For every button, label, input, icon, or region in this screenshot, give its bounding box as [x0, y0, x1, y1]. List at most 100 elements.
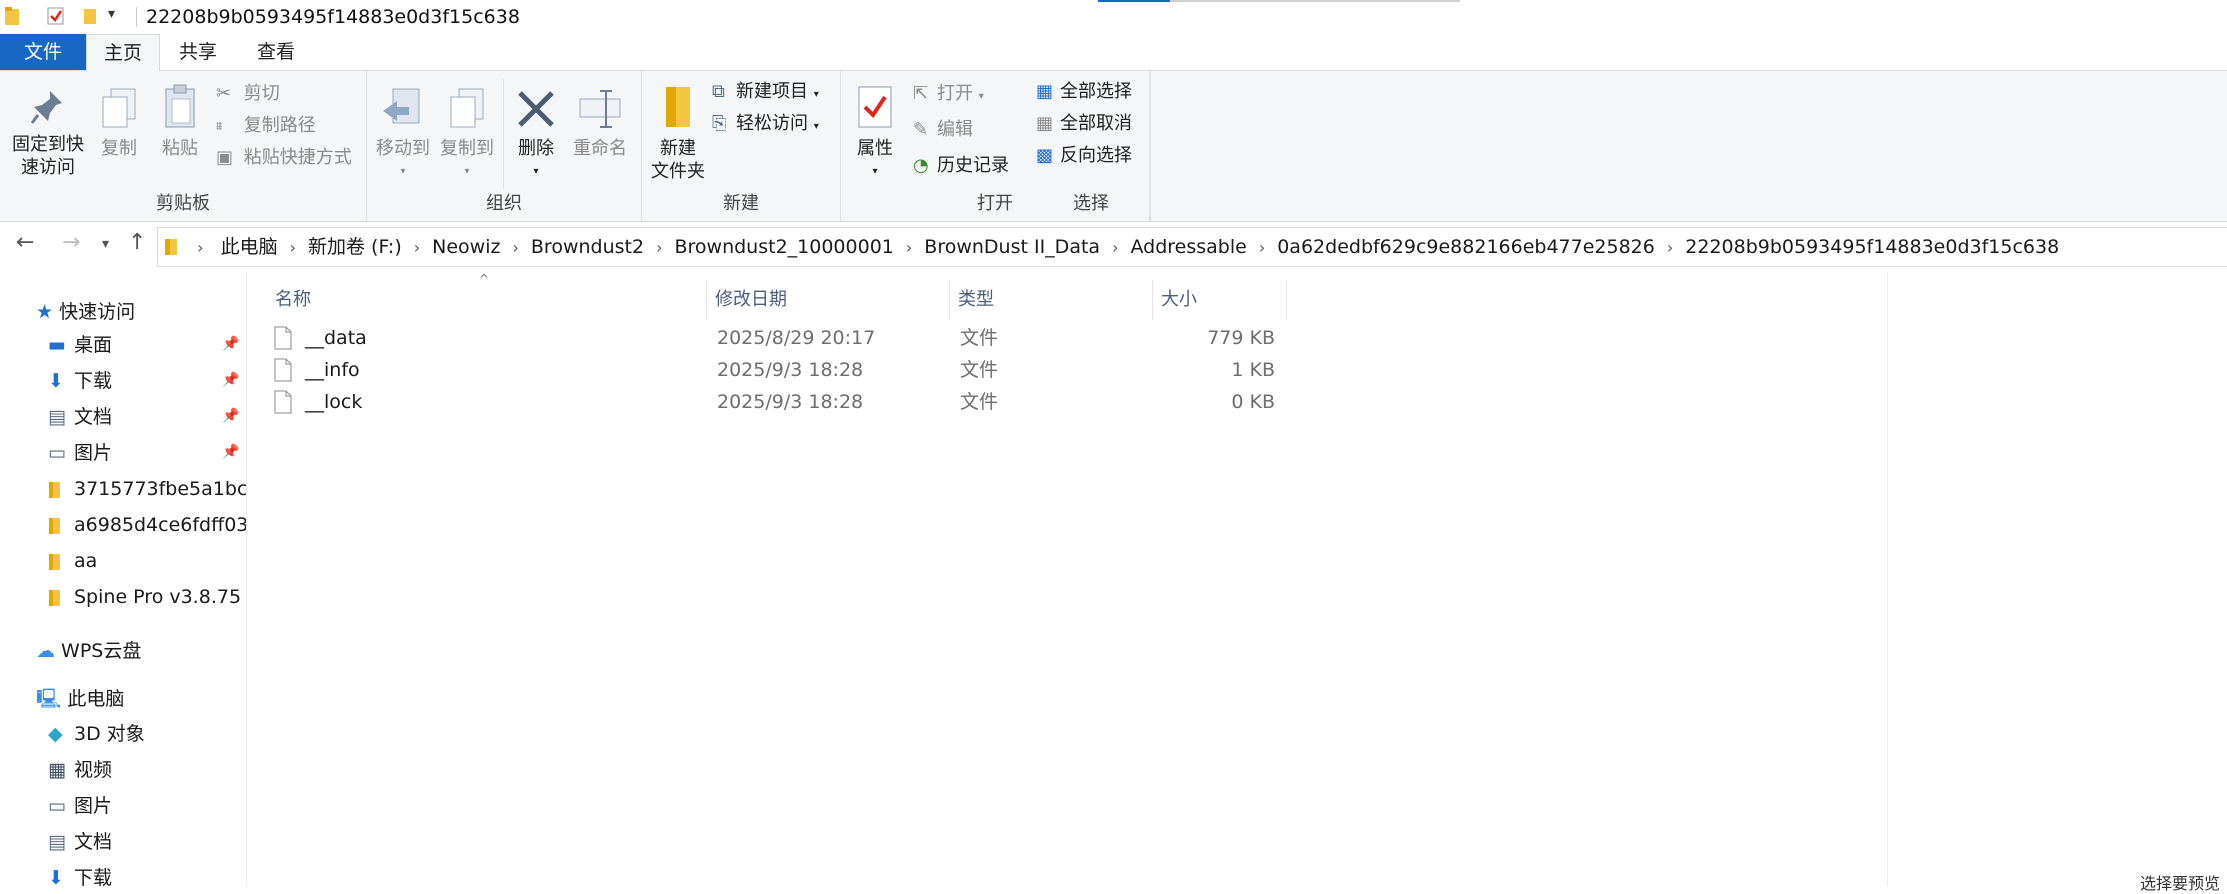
sidebar-pc-item-2[interactable]: ▦ 视频	[48, 755, 112, 785]
up-arrow-icon[interactable]: ↑	[128, 230, 146, 255]
forward-arrow-icon[interactable]: →	[62, 230, 80, 255]
address-bar[interactable]: › 此电脑 › 新加卷 (F:) › Neowiz › Browndust2 › Browndu…	[157, 227, 2227, 267]
sidebar-pc-item-5[interactable]: ⬇ 下载	[48, 863, 112, 886]
sidebar-item-4[interactable]: ▭ 图片	[48, 438, 112, 468]
new-folder-button[interactable]: 新建 文件夹	[648, 83, 708, 183]
edit-button[interactable]: ✎ 编辑	[913, 117, 973, 143]
select-all-button[interactable]: ▦ 全部选择	[1036, 79, 1132, 105]
sidebar-item-7[interactable]: aa	[48, 546, 97, 576]
delete-button[interactable]: 删除 ▾	[509, 87, 563, 183]
file-row[interactable]: __lock 2025/9/3 18:28 文件 0 KB	[267, 386, 1275, 418]
file-row[interactable]: __info 2025/9/3 18:28 文件 1 KB	[267, 354, 1275, 386]
breadcrumb-item[interactable]: Neowiz	[432, 228, 500, 266]
breadcrumb-separator-icon[interactable]: ›	[290, 229, 296, 267]
invert-selection-icon: ▩	[1036, 145, 1054, 166]
move-to-label: 移动到	[376, 138, 430, 159]
sidebar-item-3[interactable]: ▤ 文档	[48, 402, 112, 432]
file-modified: 2025/9/3 18:28	[717, 391, 864, 413]
easy-access-button[interactable]: ⎘ 轻松访问 ▾	[712, 111, 819, 137]
file-row[interactable]: __data 2025/8/29 20:17 文件 779 KB	[267, 322, 1275, 354]
new-item-button[interactable]: ⧉ 新建项目 ▾	[712, 79, 819, 105]
file-size: 1 KB	[1231, 359, 1275, 381]
sidebar-item-8[interactable]: Spine Pro v3.8.75	[48, 582, 241, 612]
sidebar-pc-item-3[interactable]: ▭ 图片	[48, 791, 112, 821]
invert-selection-button[interactable]: ▩ 反向选择	[1036, 143, 1132, 169]
copy-icon	[102, 88, 136, 128]
back-arrow-icon[interactable]: ←	[16, 230, 34, 255]
breadcrumb-item[interactable]: Browndust2_10000001	[674, 228, 893, 266]
sidebar-item-quick-access[interactable]: ★ 快速访问	[36, 297, 135, 327]
breadcrumb-separator-icon[interactable]: ›	[906, 229, 912, 267]
properties-quick-icon[interactable]	[46, 6, 66, 26]
tab-file[interactable]: 文件	[0, 34, 86, 70]
history-button[interactable]: ◔ 历史记录	[913, 153, 1009, 179]
folder-icon	[48, 474, 74, 504]
cut-button[interactable]: ✂ 剪切	[216, 81, 280, 107]
tab-home[interactable]: 主页	[86, 34, 160, 72]
breadcrumb-item[interactable]: BrownDust II_Data	[924, 228, 1100, 266]
breadcrumb-separator-icon[interactable]: ›	[512, 229, 518, 267]
properties-button[interactable]: 属性 ▾	[847, 83, 903, 183]
breadcrumb-item[interactable]: 0a62dedbf629c9e882166eb477e25826	[1277, 228, 1655, 266]
column-header-name[interactable]: 名称	[267, 280, 707, 320]
new-folder-label-1: 新建	[660, 138, 696, 159]
breadcrumb-separator-icon[interactable]: ›	[414, 229, 420, 267]
sidebar-item-label: 文档	[74, 831, 113, 853]
sidebar-item-5[interactable]: 3715773fbe5a1bc4	[48, 474, 247, 504]
sidebar-item-label: aa	[74, 550, 98, 572]
breadcrumb-item[interactable]: 新加卷 (F:)	[308, 228, 402, 266]
sidebar-item-label: 快速访问	[59, 301, 136, 323]
breadcrumb-separator-icon[interactable]: ›	[1667, 229, 1673, 267]
copy-path-button[interactable]: ⩩ 复制路径	[216, 113, 316, 139]
breadcrumb-item[interactable]: Addressable	[1130, 228, 1246, 266]
copy-path-icon: ⩩	[216, 119, 223, 133]
sidebar-item-this-pc[interactable]: 🖳 此电脑	[36, 684, 124, 714]
breadcrumb-item[interactable]: 22208b9b0593495f14883e0d3f15c638	[1685, 228, 2059, 266]
column-header-modified[interactable]: 修改日期	[707, 280, 950, 320]
copy-button[interactable]: 复制	[92, 87, 146, 160]
select-none-button[interactable]: ▦ 全部取消	[1036, 111, 1132, 137]
paste-shortcut-button[interactable]: ▣ 粘贴快捷方式	[216, 145, 352, 171]
star-icon: ★	[36, 301, 54, 323]
breadcrumb-separator-icon[interactable]: ›	[1259, 229, 1265, 267]
breadcrumb-item[interactable]: Browndust2	[531, 228, 644, 266]
pin-label-2: 速访问	[21, 157, 75, 178]
file-type: 文件	[960, 327, 999, 349]
column-header-size[interactable]: 大小	[1153, 280, 1287, 320]
rename-button[interactable]: 重命名	[567, 87, 633, 160]
invert-selection-label: 反向选择	[1060, 145, 1132, 166]
quick-access-toolbar-dropdown[interactable]: ▾	[108, 6, 115, 22]
new-folder-label-2: 文件夹	[651, 161, 705, 182]
breadcrumb-separator-icon[interactable]: ›	[1112, 229, 1118, 267]
edit-icon: ✎	[913, 119, 929, 140]
open-dropdown-icon: ▾	[978, 91, 984, 102]
pin-icon[interactable]: 📌	[222, 444, 239, 460]
pin-icon[interactable]: 📌	[222, 336, 239, 352]
new-group: 新建 文件夹 ⧉ 新建项目 ▾ ⎘ 轻松访问 ▾ 新建	[642, 71, 841, 221]
sidebar-item-6[interactable]: a6985d4ce6fdff03a	[48, 510, 246, 540]
pin-icon[interactable]: 📌	[222, 408, 239, 424]
sidebar-item-2[interactable]: ⬇ 下载	[48, 366, 112, 396]
copy-to-button[interactable]: 复制到 ▾	[435, 87, 499, 183]
preview-pane-divider[interactable]	[1887, 272, 1888, 886]
sidebar-item-wps-cloud[interactable]: ☁ WPS云盘	[36, 636, 141, 666]
select-group-label: 选择	[1073, 193, 1109, 214]
history-label: 历史记录	[937, 155, 1009, 176]
sidebar-pc-item-4[interactable]: ▤ 文档	[48, 827, 112, 857]
move-to-button[interactable]: 移动到 ▾	[373, 87, 433, 183]
recent-locations-chevron-down-icon[interactable]: ▾	[102, 236, 109, 252]
tab-view[interactable]: 查看	[240, 34, 312, 70]
tab-share[interactable]: 共享	[162, 34, 234, 70]
breadcrumb-item[interactable]: 此电脑	[221, 228, 278, 266]
pin-icon[interactable]: 📌	[222, 372, 239, 388]
paste-button[interactable]: 粘贴	[150, 83, 210, 160]
pin-to-quick-access-button[interactable]: 固定到快 速访问	[6, 87, 90, 179]
sidebar-item-1[interactable]: ▬ 桌面	[48, 330, 112, 360]
breadcrumb-separator-icon[interactable]: ›	[197, 229, 203, 267]
sidebar-item-label: 3715773fbe5a1bc4	[74, 478, 247, 500]
breadcrumb-separator-icon[interactable]: ›	[656, 229, 662, 267]
new-folder-quick-icon[interactable]	[82, 6, 98, 26]
column-header-type[interactable]: 类型	[950, 280, 1153, 320]
sidebar-pc-item-1[interactable]: ◆ 3D 对象	[48, 719, 145, 749]
open-button[interactable]: ⇱ 打开 ▾	[913, 81, 984, 107]
